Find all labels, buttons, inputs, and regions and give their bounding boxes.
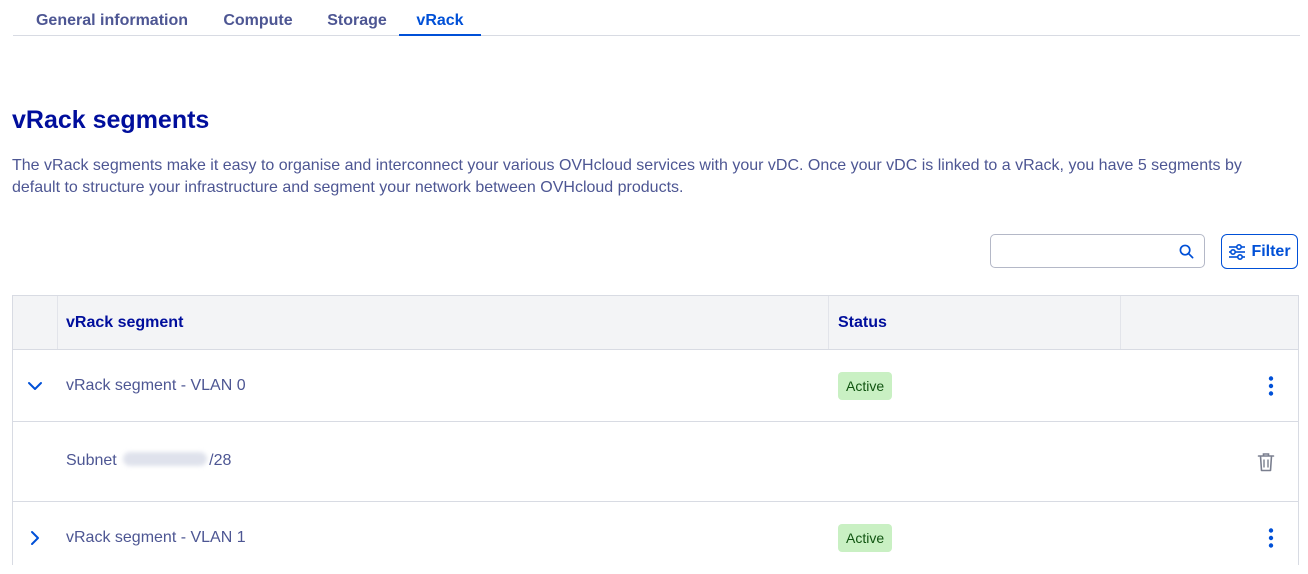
subnet-label: Subnet	[66, 452, 117, 469]
tab-vrack[interactable]: vRack	[399, 0, 481, 36]
tab-bar: General information Compute Storage vRac…	[13, 0, 1300, 36]
table-row: vRack segment - VLAN 1 Active	[13, 502, 1298, 574]
header-divider	[828, 296, 829, 349]
table-header: vRack segment Status	[13, 296, 1298, 350]
tab-storage[interactable]: Storage	[311, 0, 403, 36]
header-divider	[57, 296, 58, 349]
search-box	[990, 234, 1205, 268]
segments-table: vRack segment Status vRack segment - VLA…	[12, 295, 1299, 565]
sliders-icon	[1229, 243, 1246, 260]
search-icon[interactable]	[1179, 244, 1194, 259]
status-badge: Active	[838, 372, 893, 400]
filter-label: Filter	[1251, 242, 1291, 260]
table-row: Subnet /28	[13, 422, 1298, 502]
segment-name: vRack segment - VLAN 1	[66, 529, 246, 546]
page-description: The vRack segments make it easy to organ…	[12, 157, 1242, 196]
chevron-right-icon[interactable]	[27, 530, 43, 546]
tab-general-information[interactable]: General information	[19, 0, 205, 36]
status-badge: Active	[838, 524, 893, 552]
column-header-vrack-segment[interactable]: vRack segment	[66, 296, 183, 349]
search-input[interactable]	[999, 241, 1169, 261]
chevron-down-icon[interactable]	[27, 378, 43, 394]
subnet-mask: /28	[209, 452, 232, 469]
kebab-menu-icon[interactable]	[1261, 375, 1281, 397]
header-divider	[1120, 296, 1121, 349]
trash-icon[interactable]	[1257, 452, 1275, 472]
subnet-cell: Subnet /28	[66, 452, 231, 470]
page-title: vRack segments	[12, 106, 210, 134]
filter-button[interactable]: Filter	[1221, 234, 1298, 269]
tab-compute[interactable]: Compute	[205, 0, 311, 36]
segment-name: vRack segment - VLAN 0	[66, 377, 246, 394]
column-header-status[interactable]: Status	[838, 296, 887, 349]
redacted-ip	[123, 452, 208, 466]
kebab-menu-icon[interactable]	[1261, 527, 1281, 549]
table-row: vRack segment - VLAN 0 Active	[13, 350, 1298, 422]
